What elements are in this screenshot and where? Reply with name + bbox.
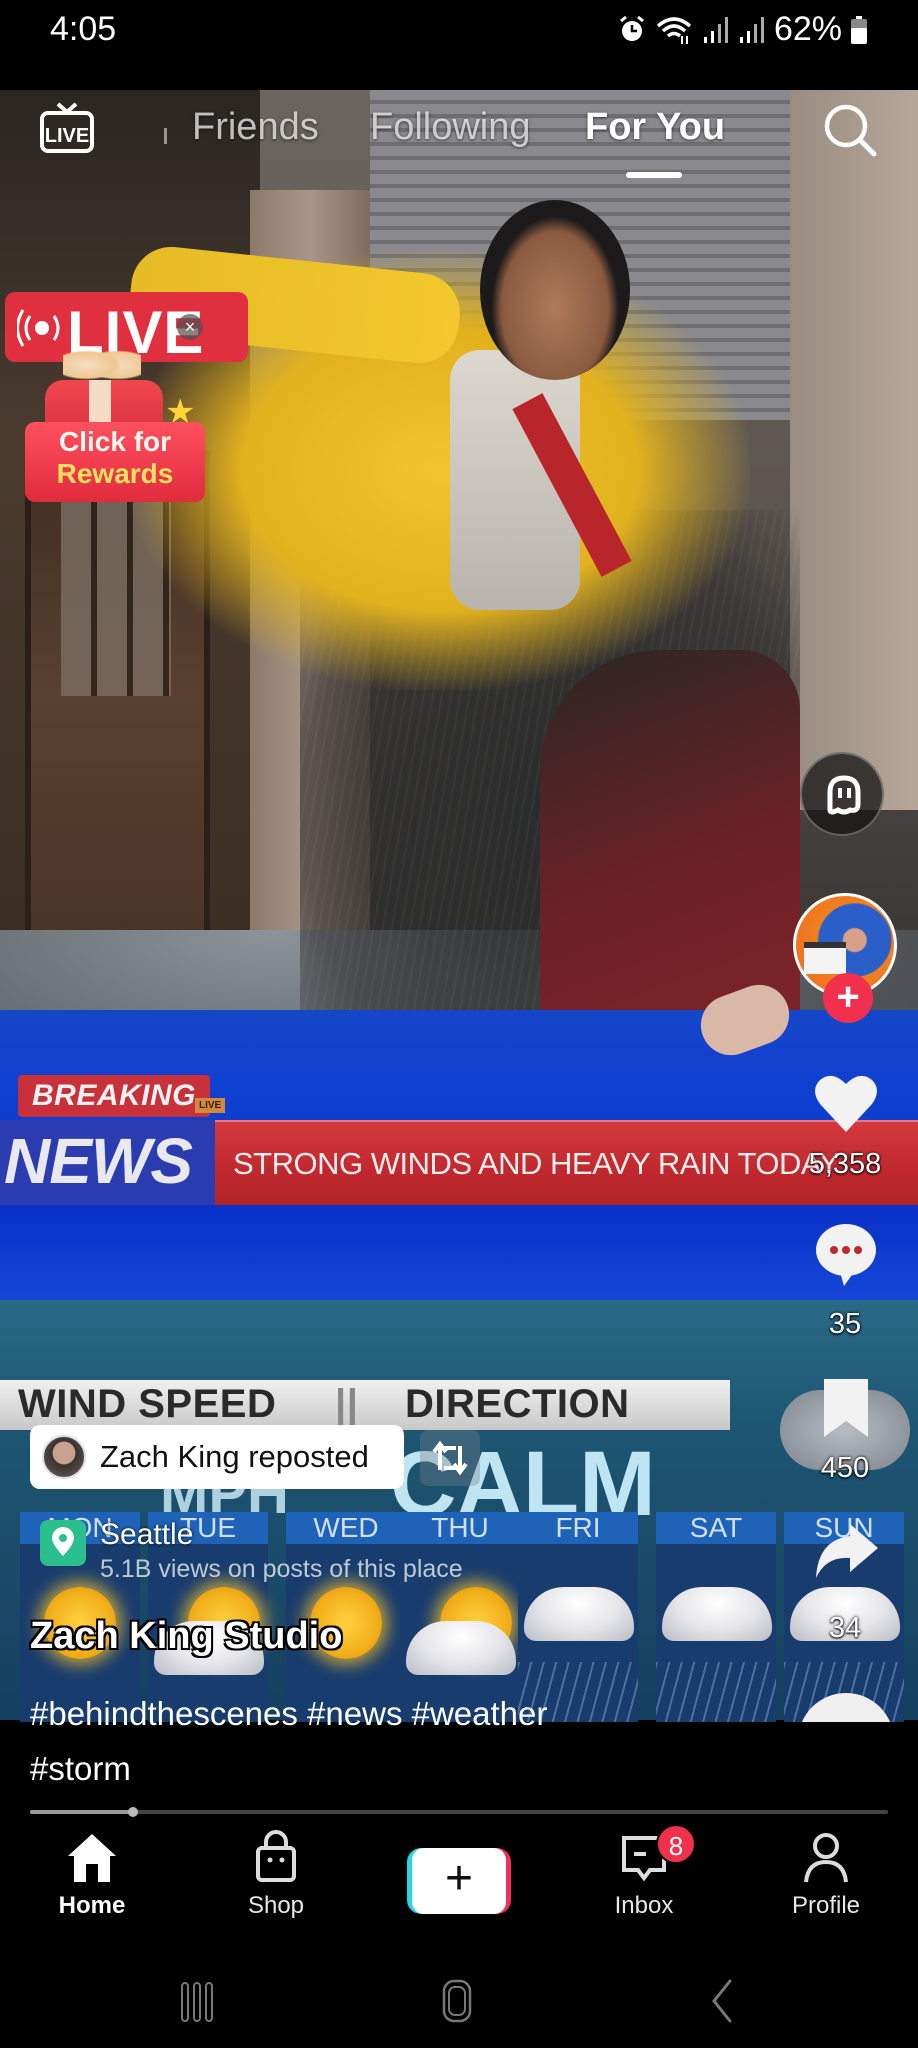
ghost-icon — [827, 775, 861, 815]
location-pin-icon[interactable] — [40, 1520, 86, 1566]
profile-icon — [804, 1833, 848, 1883]
svg-text:LIVE: LIVE — [45, 125, 89, 147]
live-tv-icon: LIVE — [40, 102, 94, 153]
forecast-day-label: THU — [400, 1512, 520, 1544]
click-for-rewards-button[interactable]: Click for Rewards — [25, 422, 205, 502]
rain-streaks — [656, 1662, 776, 1722]
tab-friends[interactable]: Friends — [192, 106, 319, 149]
nav-inbox-label: Inbox — [614, 1892, 674, 1919]
wind-divider: || — [335, 1382, 359, 1426]
home-button-icon[interactable] — [428, 1975, 488, 2025]
weather-storm-icon — [662, 1587, 772, 1667]
back-icon[interactable] — [690, 1975, 750, 2025]
nav-home[interactable]: Home — [22, 1830, 162, 1920]
caption-hashtags[interactable]: #behindthescenes #news #weather — [30, 1695, 547, 1733]
person-head — [480, 200, 630, 380]
nav-divider — [164, 128, 167, 144]
search-icon — [824, 104, 877, 157]
nav-home-label: Home — [58, 1892, 126, 1919]
video-progress-bar[interactable] — [30, 1807, 888, 1817]
like-heart-icon[interactable] — [810, 1068, 882, 1140]
comment-icon[interactable] — [810, 1218, 882, 1290]
repost-button[interactable] — [420, 1430, 480, 1486]
search-button[interactable] — [820, 100, 880, 160]
live-rewards-widget[interactable]: LIVE × ★ Click for Rewards — [5, 292, 250, 502]
weather-rain-icon — [524, 1587, 634, 1667]
top-nav: LIVE Friends Following For You — [0, 90, 918, 200]
progress-fill — [30, 1810, 133, 1814]
create-plus-icon: + — [412, 1848, 506, 1914]
create-button[interactable]: + — [407, 1848, 511, 1914]
repost-icon — [432, 1440, 468, 1476]
forecast-day-label: WED — [286, 1512, 406, 1544]
ai-ghost-button[interactable] — [800, 752, 884, 836]
signal-icon — [739, 16, 764, 43]
reward-line2: Rewards — [56, 458, 174, 489]
nav-profile-label: Profile — [791, 1892, 861, 1919]
recent-apps-icon[interactable] — [170, 1975, 230, 2025]
like-count: 5,358 — [808, 1148, 882, 1180]
reward-line1: Click for — [58, 426, 172, 457]
wind-speed-label: WIND SPEED — [18, 1382, 277, 1426]
forecast-day: FRI — [518, 1512, 638, 1722]
nav-profile[interactable]: Profile — [756, 1830, 896, 1920]
caption-background — [0, 1722, 918, 1822]
forecast-day-label: FRI — [518, 1512, 638, 1544]
share-count: 34 — [828, 1612, 862, 1644]
active-tab-indicator — [626, 172, 682, 178]
close-icon[interactable]: × — [177, 314, 203, 340]
bottom-nav: Home Shop + 8 Inbox Profile — [0, 1820, 918, 1940]
save-count: 450 — [820, 1452, 870, 1484]
signal-icon — [703, 16, 728, 43]
breaking-tag: BREAKING — [18, 1075, 211, 1117]
nav-shop[interactable]: Shop — [206, 1830, 346, 1920]
location-views: 5.1B views on posts of this place — [100, 1555, 463, 1583]
author-name[interactable]: Zach King Studio — [30, 1615, 342, 1658]
tab-following[interactable]: Following — [370, 106, 531, 149]
comment-count: 35 — [828, 1308, 862, 1340]
shop-bag-icon — [256, 1830, 296, 1882]
forecast-day: SAT — [656, 1512, 776, 1722]
ticker-text: STRONG WINDS AND HEAVY RAIN TODAY — [233, 1146, 839, 1181]
reposter-avatar — [42, 1435, 86, 1479]
forecast-day-label: SAT — [656, 1512, 776, 1544]
home-icon — [68, 1834, 116, 1882]
direction-label: DIRECTION — [405, 1382, 630, 1426]
progress-thumb[interactable] — [127, 1807, 138, 1817]
live-tv-button[interactable]: LIVE — [38, 100, 96, 158]
status-icons: 62% — [618, 10, 868, 49]
status-bar: 4:05 62% — [0, 0, 918, 90]
system-nav-bar — [0, 1940, 918, 2048]
creator-avatar-button[interactable]: + — [793, 893, 897, 1023]
repost-banner[interactable]: Zach King reposted — [30, 1425, 404, 1489]
news-stripe — [0, 1205, 918, 1300]
status-time: 4:05 — [50, 10, 117, 48]
nav-shop-label: Shop — [247, 1892, 305, 1919]
tab-for-you[interactable]: For You — [585, 106, 725, 149]
news-word: NEWS — [4, 1125, 193, 1197]
share-arrow-icon[interactable] — [810, 1516, 882, 1588]
wifi-icon — [656, 16, 692, 44]
inbox-badge: 8 — [656, 1824, 696, 1864]
alarm-icon — [620, 15, 644, 41]
battery-percent: 62% — [773, 10, 842, 48]
weather-partly-cloudy-icon — [406, 1587, 516, 1675]
battery-icon — [851, 15, 867, 44]
live-mini-tag: LIVE — [195, 1098, 226, 1113]
repost-text: Zach King reposted — [100, 1439, 369, 1474]
forecast-day: THU — [400, 1512, 520, 1722]
bookmark-icon[interactable] — [810, 1375, 882, 1447]
location-name[interactable]: Seattle — [100, 1518, 193, 1552]
caption-hashtags-2[interactable]: #storm — [30, 1750, 131, 1788]
follow-button[interactable]: + — [823, 973, 873, 1023]
nav-inbox[interactable]: 8 Inbox — [574, 1824, 714, 1920]
